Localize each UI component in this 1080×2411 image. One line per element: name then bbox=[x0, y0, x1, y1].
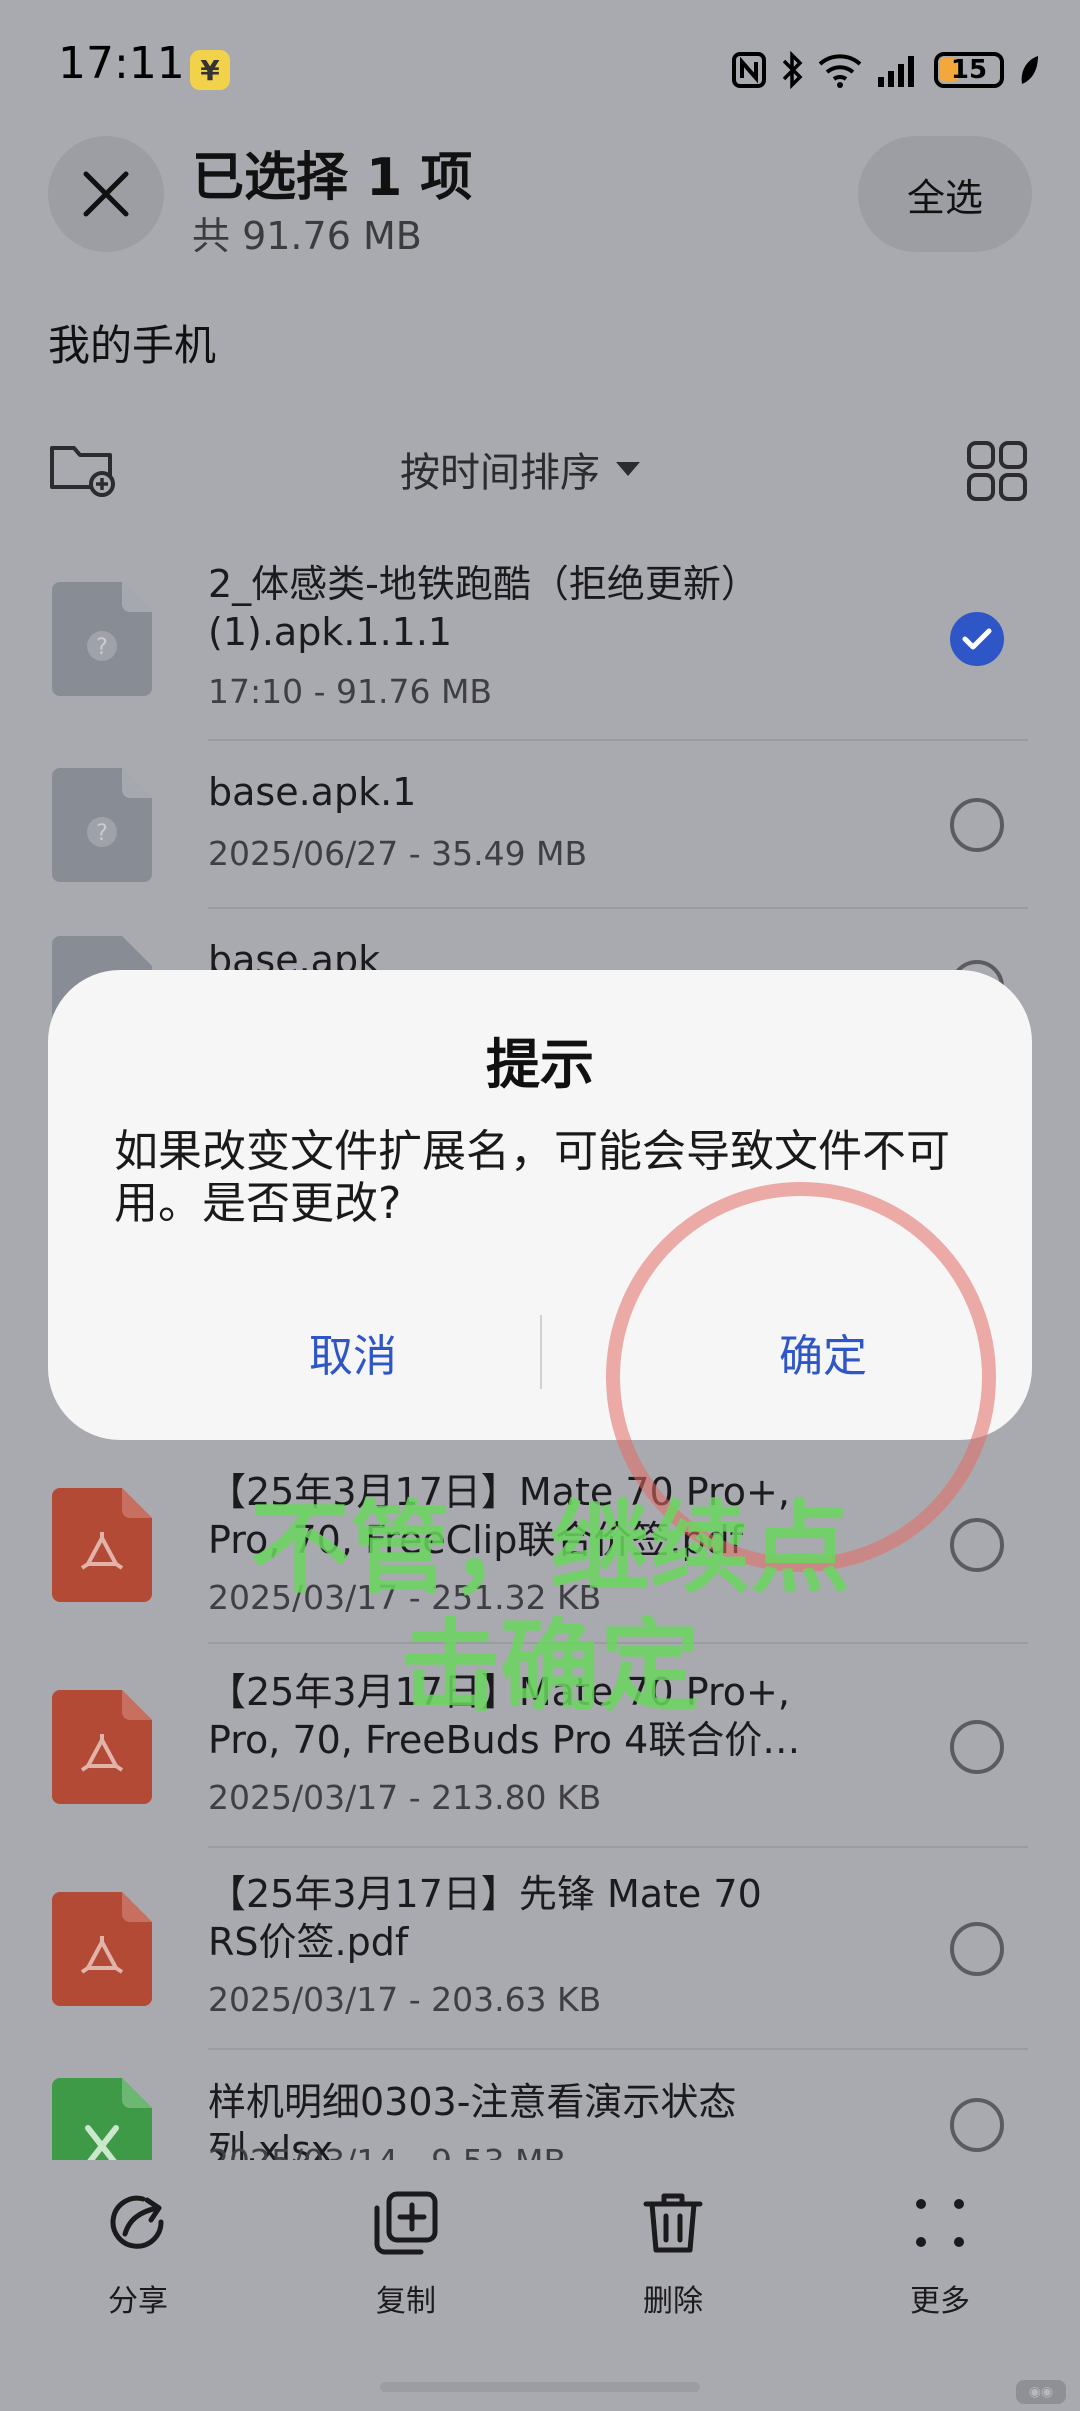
payment-badge-icon: ¥ bbox=[190, 50, 230, 90]
wifi-icon bbox=[818, 52, 862, 88]
unknown-file-icon: ? bbox=[52, 768, 152, 882]
status-icons: 15 bbox=[732, 48, 1040, 92]
battery-icon: 15 bbox=[934, 52, 1004, 88]
divider bbox=[208, 739, 1028, 741]
status-time: 17:11 bbox=[58, 38, 185, 89]
sort-label: 按时间排序 bbox=[400, 450, 600, 496]
nfc-icon bbox=[732, 52, 766, 88]
delete-label: 删除 bbox=[643, 2284, 703, 2319]
copy-icon bbox=[374, 2191, 438, 2255]
watermark-icon: ◉◉ bbox=[1016, 2380, 1066, 2404]
cancel-button[interactable]: 取消 bbox=[218, 1320, 488, 1384]
chevron-down-icon bbox=[616, 462, 640, 476]
file-meta: 2025/03/17 - 213.80 KB bbox=[208, 1778, 602, 1817]
breadcrumb[interactable]: 我的手机 bbox=[48, 312, 216, 373]
leaf-icon bbox=[1018, 54, 1040, 86]
sort-dropdown[interactable]: 按时间排序 bbox=[400, 440, 642, 498]
pdf-file-icon bbox=[52, 1488, 152, 1602]
file-meta: 2025/03/17 - 203.63 KB bbox=[208, 1980, 602, 2019]
svg-text:?: ? bbox=[96, 821, 108, 846]
file-checkbox[interactable] bbox=[950, 2098, 1004, 2152]
close-icon bbox=[83, 171, 129, 217]
unknown-file-icon: ? bbox=[52, 582, 152, 696]
grid-view-icon[interactable] bbox=[966, 440, 1028, 502]
selection-size: 共 91.76 MB bbox=[192, 214, 422, 258]
file-name: 【25年3月17日】先锋 Mate 70 RS价签.pdf bbox=[208, 1872, 762, 1964]
divider bbox=[208, 907, 1028, 909]
copy-label: 复制 bbox=[376, 2284, 436, 2319]
file-meta: 2025/03/14 - 9.53 MB bbox=[208, 2142, 566, 2160]
divider bbox=[208, 1846, 1028, 1848]
share-button[interactable]: 分享 bbox=[68, 2188, 208, 2320]
pdf-file-icon bbox=[52, 1892, 152, 2006]
delete-button[interactable]: 删除 bbox=[603, 2188, 743, 2320]
file-checkbox[interactable] bbox=[950, 1518, 1004, 1572]
file-name: 2_体感类-地铁跑酷（拒绝更新）(1).apk.1.1.1 bbox=[208, 562, 759, 654]
divider bbox=[540, 1315, 542, 1389]
copy-button[interactable]: 复制 bbox=[336, 2188, 476, 2320]
file-row[interactable]: 【25年3月17日】先锋 Mate 70 RS价签.pdf 2025/03/17… bbox=[0, 1870, 1080, 2030]
share-icon bbox=[110, 2195, 164, 2249]
signal-icon bbox=[876, 53, 920, 87]
file-checkbox[interactable] bbox=[950, 1922, 1004, 1976]
pdf-file-icon bbox=[52, 1690, 152, 1804]
page-title: 已选择 1 项 bbox=[192, 148, 473, 208]
file-checkbox[interactable] bbox=[950, 798, 1004, 852]
select-all-button[interactable]: 全选 bbox=[858, 136, 1032, 252]
divider bbox=[208, 2048, 1028, 2050]
dialog-title: 提示 bbox=[486, 1033, 594, 1096]
file-row[interactable]: ? base.apk.1 2025/06/27 - 35.49 MB bbox=[0, 768, 1080, 908]
file-checkbox[interactable] bbox=[950, 612, 1004, 666]
file-row[interactable]: 样机明细0303-注意看演示状态列.xlsx 2025/03/14 - 9.53… bbox=[0, 2078, 1080, 2160]
delete-icon bbox=[643, 2193, 703, 2253]
file-name: base.apk.1 bbox=[208, 770, 417, 814]
file-row[interactable]: ? 2_体感类-地铁跑酷（拒绝更新）(1).apk.1.1.1 17:10 - … bbox=[0, 560, 1080, 740]
xlsx-file-icon bbox=[52, 2078, 152, 2160]
more-button[interactable]: 更多 bbox=[870, 2188, 1010, 2320]
checkmark-icon bbox=[962, 628, 992, 650]
file-meta: 17:10 - 91.76 MB bbox=[208, 672, 493, 711]
bluetooth-icon bbox=[780, 51, 804, 89]
more-label: 更多 bbox=[910, 2284, 970, 2319]
share-label: 分享 bbox=[108, 2284, 168, 2319]
new-folder-icon[interactable] bbox=[48, 438, 120, 498]
more-icon bbox=[916, 2199, 964, 2247]
svg-text:?: ? bbox=[96, 635, 108, 660]
annotation-text: 不管，继续点击确定 bbox=[250, 1490, 850, 1725]
file-checkbox[interactable] bbox=[950, 1720, 1004, 1774]
close-button[interactable] bbox=[48, 136, 164, 252]
home-indicator[interactable] bbox=[380, 2382, 700, 2392]
file-meta: 2025/06/27 - 35.49 MB bbox=[208, 834, 588, 873]
